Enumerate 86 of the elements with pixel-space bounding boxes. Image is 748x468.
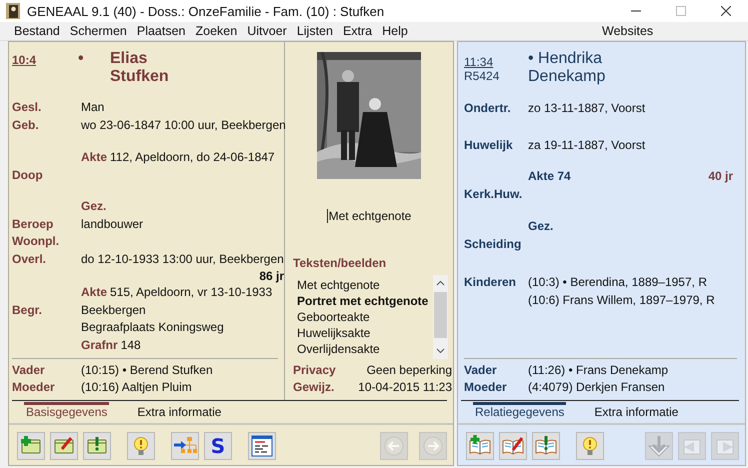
report-icon (250, 434, 274, 458)
toolbar-button[interactable]: S (204, 432, 232, 460)
field-label: Overl. (12, 250, 48, 268)
field-value: 10-04-2015 11:23 (358, 379, 452, 396)
person-id-link[interactable]: 10:4 (12, 53, 36, 67)
list-item[interactable]: Huwelijksakte (297, 325, 433, 341)
field-label: Doop (12, 166, 44, 184)
scrollbar[interactable] (433, 275, 448, 359)
menu-item[interactable]: Bestand (14, 24, 60, 38)
field-label: Beroep (12, 216, 54, 232)
menu-item[interactable]: Lijsten (296, 24, 333, 38)
parent-link[interactable]: (4:4079) Derkjen Fransen (528, 379, 665, 396)
toolbar-button[interactable] (532, 432, 560, 460)
field-value: wo 23-06-1847 10:00 uur, Beekbergen (81, 116, 286, 134)
scroll-down-icon[interactable] (436, 348, 445, 354)
given-name: Elias (110, 50, 148, 68)
parent-link[interactable]: (11:26) • Frans Denekamp (528, 362, 668, 379)
down-arrow-icon (647, 434, 671, 458)
list-item[interactable]: Geboorteakte (297, 309, 433, 325)
list-item[interactable]: Met echtgenote (297, 277, 433, 293)
list-item[interactable]: Portret met echtgenote (297, 293, 433, 309)
field-label: Vader (12, 362, 46, 379)
age-value: 40 jr (708, 168, 733, 185)
tab[interactable]: Basisgegevens (22, 405, 112, 423)
person-id-link[interactable]: 11:34 (464, 55, 494, 69)
field-label: Kerk.Huw. (464, 186, 524, 202)
field-label: Scheiding (464, 236, 522, 252)
portrait-icon (6, 3, 20, 20)
given-name: • Hendrika (528, 50, 604, 68)
field-label: Akte (81, 284, 108, 301)
field-label: Gez. (528, 218, 554, 235)
field-label: Gez. (81, 198, 106, 215)
field-label: Begr. (12, 302, 44, 318)
menu-item[interactable]: Zoeken (196, 24, 238, 38)
age-value: 86 jr (259, 268, 284, 284)
field-label: Ondertr. (464, 100, 512, 117)
field-value: landbouwer (81, 216, 144, 232)
field-label: Akte 74 (528, 168, 571, 185)
menu-item[interactable]: Schermen (70, 24, 127, 38)
field-label: Vader (464, 362, 498, 379)
window-title: GENEAAL 9.1 (40) - Doss.: OnzeFamilie - Fam. (10) : Stufken (27, 4, 384, 19)
field-label: Gewijz. (293, 379, 336, 396)
field-value: Man (81, 99, 104, 116)
bullet: • (78, 50, 85, 68)
tab[interactable]: Extra informatie (133, 405, 226, 423)
menu-item[interactable]: Extra (342, 24, 372, 38)
field-value: 148 (120, 336, 141, 354)
record-number: R5424 (464, 69, 500, 83)
section-heading: Teksten/beelden (293, 256, 388, 270)
field-label: Huwelijk (464, 136, 514, 154)
field-label: Privacy (293, 362, 337, 379)
tab[interactable]: Extra informatie (590, 405, 682, 423)
field-value: Begraafplaats Koningsweg (81, 319, 224, 336)
menu-item[interactable]: Help (382, 24, 408, 38)
scroll-up-icon[interactable] (436, 280, 445, 286)
menu-item[interactable]: Plaatsen (136, 24, 186, 38)
field-label: Moeder (12, 379, 56, 396)
field-value: zo 13-11-1887, Voorst (528, 100, 646, 117)
field-label: Woonpl. (12, 233, 60, 250)
field-label: Gesl. (12, 99, 42, 116)
parent-link[interactable]: (10:16) Aaltjen Pluim (81, 379, 192, 396)
field-value: 112, Apeldoorn, do 24-06-1847 (110, 149, 275, 166)
field-label: Geb. (12, 116, 40, 134)
surname: Stufken (110, 68, 169, 86)
field-value: do 12-10-1933 13:00 uur, Beekbergen (81, 250, 284, 268)
surname: Denekamp (528, 68, 606, 86)
toolbar-button[interactable] (248, 432, 276, 460)
field-label: Kinderen (464, 274, 518, 291)
tab[interactable]: Relatiegegevens (471, 405, 568, 423)
list-item[interactable]: Overlijdensakte (297, 341, 433, 357)
close-icon[interactable] (721, 6, 731, 16)
field-value: Geen beperking (366, 362, 452, 379)
field-label: Moeder (464, 379, 508, 396)
field-label: Akte (81, 149, 108, 166)
field-label: Grafnr (81, 336, 118, 354)
menu-item[interactable]: Websites (602, 24, 654, 38)
scroll-thumb[interactable] (434, 292, 447, 338)
menu-item[interactable]: Uitvoer (247, 24, 287, 38)
parent-link[interactable]: (10:15) • Berend Stufken (81, 362, 213, 379)
photo-caption: Met echtgenote (326, 209, 412, 223)
field-value: 515, Apeldoorn, vr 13-10-1933 (110, 284, 272, 301)
field-value: (10:6) Frans Willem, 1897–1979, R (528, 292, 715, 308)
field-value: Beekbergen (81, 302, 146, 318)
field-value: za 19-11-1887, Voorst (528, 136, 646, 154)
field-value: (10:3) • Berendina, 1889–1957, R (528, 274, 707, 291)
toolbar-button[interactable] (499, 432, 527, 460)
